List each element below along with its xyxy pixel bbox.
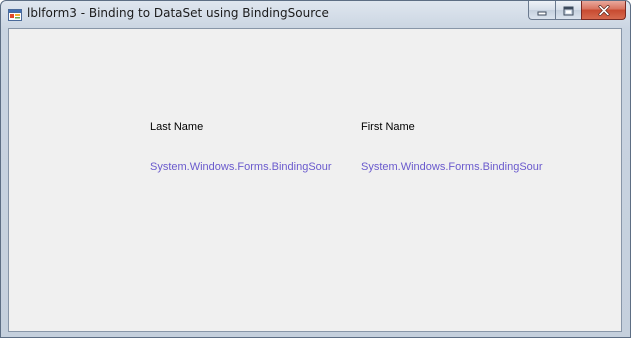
minimize-button[interactable] bbox=[528, 1, 555, 20]
first-name-value: System.Windows.Forms.BindingSour bbox=[361, 161, 543, 173]
window-title: lblform3 - Binding to DataSet using Bind… bbox=[27, 6, 329, 20]
close-button[interactable] bbox=[581, 1, 626, 20]
windows-form-icon[interactable] bbox=[8, 7, 22, 21]
application-window: lblform3 - Binding to DataSet using Bind… bbox=[0, 0, 631, 338]
close-icon bbox=[598, 1, 610, 20]
first-name-label: First Name bbox=[361, 121, 415, 133]
form-client-area: Last Name First Name System.Windows.Form… bbox=[8, 28, 622, 332]
last-name-value: System.Windows.Forms.BindingSour bbox=[150, 161, 332, 173]
last-name-label: Last Name bbox=[150, 121, 204, 133]
maximize-icon bbox=[563, 1, 574, 20]
minimize-icon bbox=[537, 1, 547, 20]
maximize-button[interactable] bbox=[555, 1, 581, 20]
caption-buttons bbox=[528, 1, 626, 21]
title-bar[interactable]: lblform3 - Binding to DataSet using Bind… bbox=[1, 1, 630, 27]
